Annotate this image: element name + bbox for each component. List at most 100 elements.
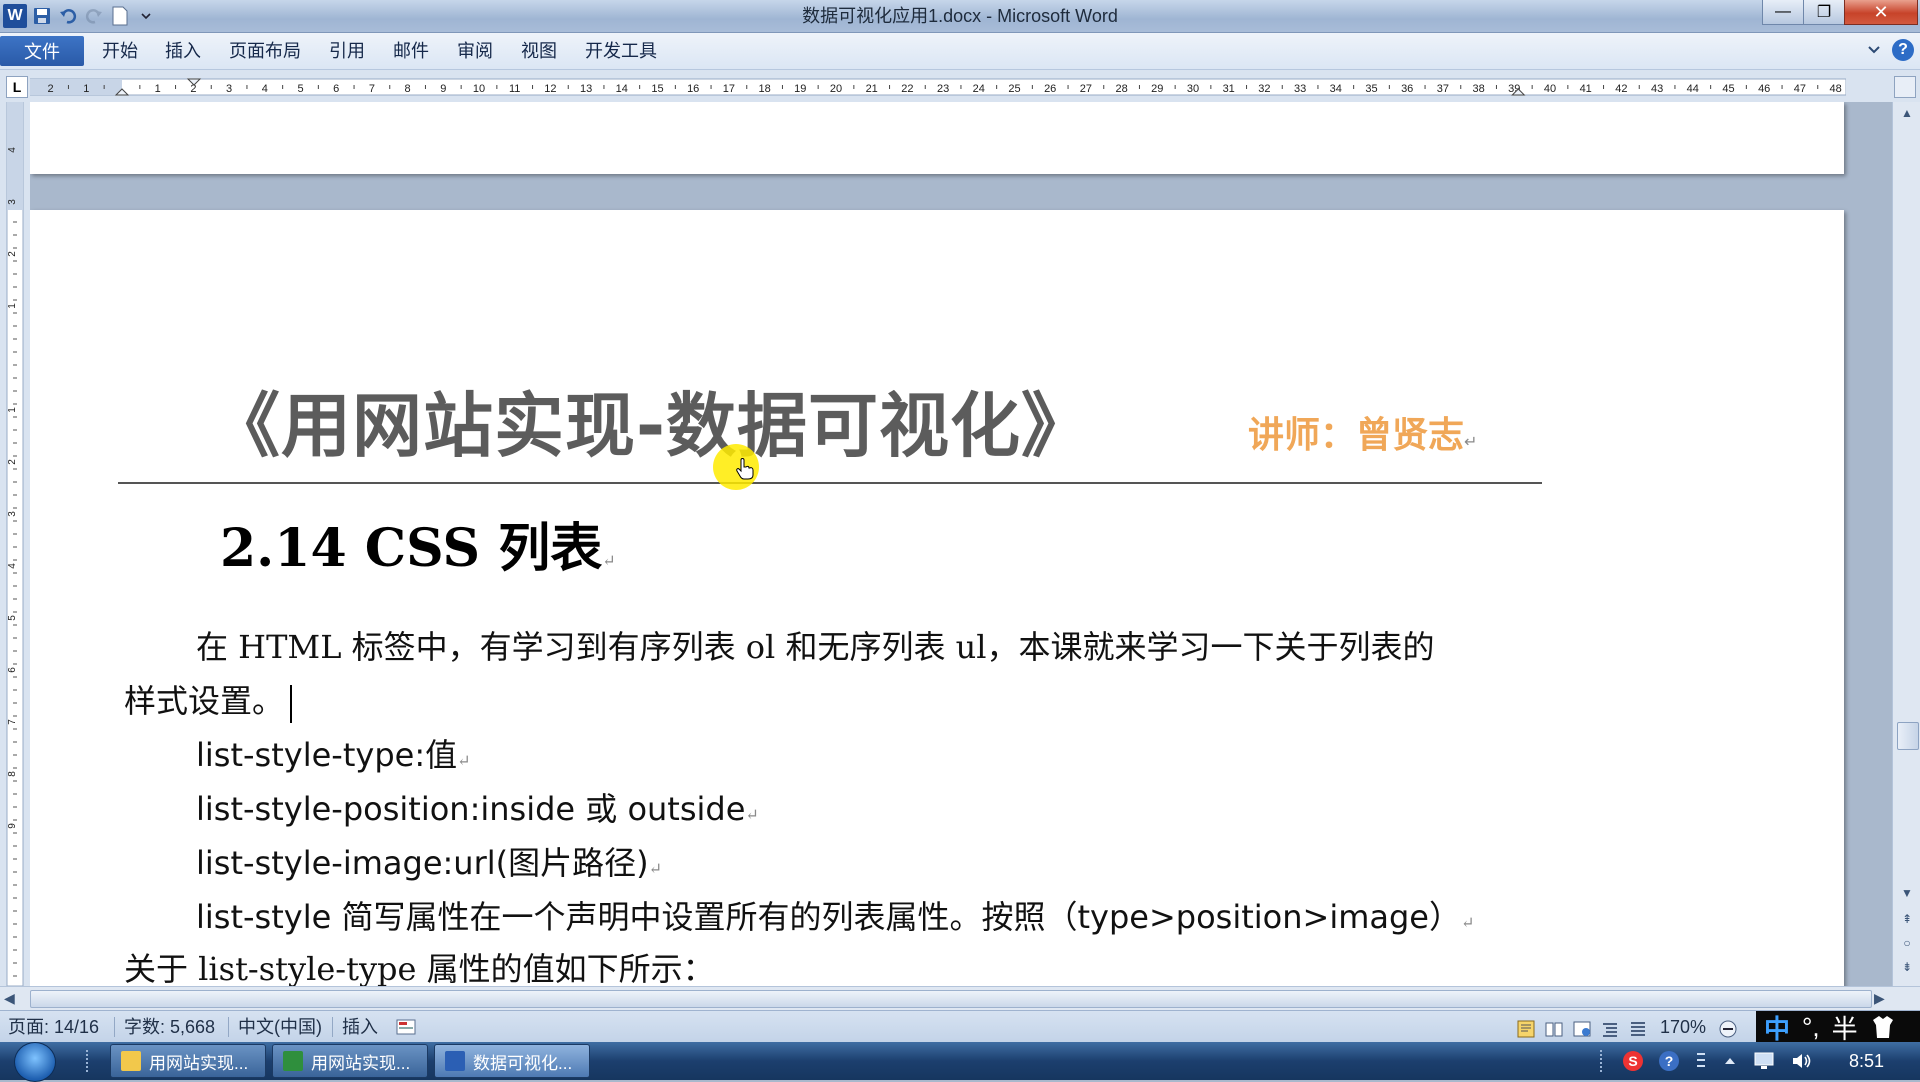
tab-page-layout[interactable]: 页面布局 xyxy=(229,36,301,66)
horizontal-ruler[interactable]: 2 1 1 2 3 4 5 6 7 8 9 10 11 12 13 14 15 16 17 18 19 20 21 22 23 2… xyxy=(30,77,1846,97)
volume-icon[interactable] xyxy=(1790,1050,1814,1072)
view-ruler-icon[interactable] xyxy=(1894,76,1916,98)
scroll-up-icon[interactable]: ▲ xyxy=(1897,104,1917,122)
scroll-down-icon[interactable]: ▼ xyxy=(1897,884,1917,902)
ruler-number: 1 xyxy=(7,407,18,413)
browse-object-icon[interactable]: ○ xyxy=(1897,934,1917,952)
property-line-2[interactable]: list-style-position:inside 或 outside↵ xyxy=(196,784,759,830)
ruler-number: 32 xyxy=(1258,83,1270,95)
tab-file[interactable]: 文件 xyxy=(0,36,84,66)
document-area[interactable]: 《用网站实现-数据可视化》 讲师：曾贤志↵ 2.14 CSS 列表↵ 在 HTM… xyxy=(30,102,1892,986)
vertical-ruler[interactable]: 4 3 2 1 1 2 3 4 5 6 7 8 9 xyxy=(5,102,25,986)
ruler-number: 41 xyxy=(1580,83,1592,95)
next-page-icon[interactable]: ⇟ xyxy=(1897,958,1917,976)
show-hidden-icons-icon[interactable] xyxy=(1722,1053,1738,1069)
ruler-margin xyxy=(30,79,122,95)
tab-view[interactable]: 视图 xyxy=(521,36,557,66)
ruler-number: 9 xyxy=(440,83,446,95)
web-layout-icon[interactable] xyxy=(1572,1017,1592,1037)
property-line-4[interactable]: list-style 简写属性在一个声明中设置所有的列表属性。按照（type>p… xyxy=(196,892,1474,938)
intro-line-2-text: 样式设置。 xyxy=(124,682,285,720)
ruler-number: 8 xyxy=(7,771,18,777)
ruler-number: 2 xyxy=(48,83,54,95)
ruler-number: 22 xyxy=(901,83,913,95)
property-text: list-style 简写属性在一个声明中设置所有的列表属性。按照（type>p… xyxy=(196,898,1461,936)
system-clock[interactable]: 8:51 xyxy=(1849,1051,1884,1072)
page-count[interactable]: 页面: 14/16 xyxy=(8,1011,99,1043)
ime-mode[interactable]: 中 xyxy=(1764,1009,1790,1046)
zoom-out-icon[interactable] xyxy=(1718,1017,1738,1038)
title-bar: W 数据可视化应用1.docx - Microsoft Word — ❐ ✕ xyxy=(0,0,1920,33)
ruler-number: 4 xyxy=(7,563,18,569)
ruler-number: 9 xyxy=(7,823,18,829)
word-count[interactable]: 字数: 5,668 xyxy=(124,1011,215,1043)
start-button[interactable] xyxy=(14,1042,56,1082)
ribbon-tab-bar: 文件 开始 插入 页面布局 引用 邮件 审阅 视图 开发工具 ? xyxy=(0,33,1920,70)
taskbar-button-explorer[interactable]: 用网站实现... xyxy=(110,1044,266,1078)
current-page[interactable]: 《用网站实现-数据可视化》 讲师：曾贤志↵ 2.14 CSS 列表↵ 在 HTM… xyxy=(30,210,1844,986)
tab-insert[interactable]: 插入 xyxy=(165,36,201,66)
list-style-type-intro-line[interactable]: 关于 list-style-type 属性的值如下所示： xyxy=(124,944,715,986)
tab-review[interactable]: 审阅 xyxy=(457,36,493,66)
ruler-number: 18 xyxy=(758,83,770,95)
ime-width[interactable]: 半 xyxy=(1832,1009,1858,1046)
horizontal-scrollbar[interactable]: ◀ ▶ xyxy=(0,986,1920,1011)
macro-record-icon[interactable] xyxy=(396,1018,416,1036)
draft-view-icon[interactable] xyxy=(1628,1017,1648,1037)
ime-punctuation[interactable]: °, xyxy=(1802,1012,1820,1043)
vertical-scrollbar[interactable]: ▲ ▼ ⇞ ○ ⇟ xyxy=(1892,102,1920,986)
print-layout-view-icon[interactable] xyxy=(1516,1017,1536,1038)
status-separator xyxy=(228,1017,229,1037)
scroll-left-icon[interactable]: ◀ xyxy=(4,990,15,1007)
ruler-number: 28 xyxy=(1115,83,1127,95)
property-line-3[interactable]: list-style-image:url(图片路径)↵ xyxy=(196,838,662,884)
tray-settings-icon[interactable] xyxy=(1694,1050,1708,1072)
intro-paragraph-line-2[interactable]: 样式设置。 xyxy=(124,676,293,723)
property-text: list-style-type:值 xyxy=(196,736,458,774)
full-screen-reading-icon[interactable] xyxy=(1544,1017,1564,1037)
ruler-number: 8 xyxy=(405,83,411,95)
tab-stop-selector[interactable]: L xyxy=(6,76,28,98)
close-button[interactable]: ✕ xyxy=(1844,0,1918,25)
taskbar-button-label: 数据可视化... xyxy=(473,1053,573,1073)
header-author-text: 讲师：曾贤志 xyxy=(1248,415,1465,456)
ribbon-collapse-icon[interactable] xyxy=(1866,42,1882,58)
intro-paragraph-line-1[interactable]: 在 HTML 标签中，有学习到有序列表 ol 和无序列表 ul，本课就来学习一下… xyxy=(196,622,1434,668)
vertical-ruler-bar: 4 3 2 1 1 2 3 4 5 6 7 8 9 xyxy=(0,102,31,986)
help-tray-icon[interactable]: ? xyxy=(1658,1050,1680,1072)
ruler-number: 23 xyxy=(937,83,949,95)
network-icon[interactable] xyxy=(1752,1050,1776,1072)
vertical-scroll-thumb[interactable] xyxy=(1897,722,1919,750)
ruler-number: 19 xyxy=(794,83,806,95)
maximize-button[interactable]: ❐ xyxy=(1803,0,1845,25)
scroll-right-icon[interactable]: ▶ xyxy=(1874,990,1885,1007)
help-icon[interactable]: ? xyxy=(1892,39,1914,61)
previous-page-icon[interactable]: ⇞ xyxy=(1897,910,1917,928)
taskbar-button-word[interactable]: 数据可视化... xyxy=(434,1044,590,1078)
taskbar-button-pycharm[interactable]: 用网站实现... xyxy=(272,1044,428,1078)
tab-developer[interactable]: 开发工具 xyxy=(585,36,657,66)
ruler-number: 4 xyxy=(262,83,268,95)
horizontal-scroll-thumb[interactable] xyxy=(30,990,1872,1008)
tab-home[interactable]: 开始 xyxy=(102,36,138,66)
ruler-number: 7 xyxy=(369,83,375,95)
svg-text:S: S xyxy=(1628,1053,1637,1069)
tab-mailings[interactable]: 邮件 xyxy=(393,36,429,66)
tab-references[interactable]: 引用 xyxy=(329,36,365,66)
minimize-button[interactable]: — xyxy=(1762,0,1804,25)
ruler-number: 25 xyxy=(1008,83,1020,95)
sogou-input-icon[interactable]: S xyxy=(1622,1050,1644,1072)
property-line-1[interactable]: list-style-type:值↵ xyxy=(196,730,471,776)
ruler-number: 21 xyxy=(866,83,878,95)
property-text: list-style-position:inside 或 outside xyxy=(196,790,746,828)
window-title: 数据可视化应用1.docx - Microsoft Word xyxy=(802,6,1118,26)
tray-grip xyxy=(1600,1050,1608,1072)
insert-mode-indicator[interactable]: 插入 xyxy=(342,1011,378,1043)
ruler-number: 5 xyxy=(7,615,18,621)
outline-view-icon[interactable] xyxy=(1600,1017,1620,1037)
language-indicator[interactable]: 中文(中国) xyxy=(238,1011,322,1043)
horizontal-ruler-bar: L 2 1 1 2 3 4 5 6 7 8 9 10 11 12 13 14 15 16 17 18 19 20 21 22 2… xyxy=(0,70,1920,103)
ime-skin-icon[interactable] xyxy=(1870,1014,1896,1040)
zoom-level[interactable]: 170% xyxy=(1660,1011,1706,1043)
ruler-number: 6 xyxy=(333,83,339,95)
